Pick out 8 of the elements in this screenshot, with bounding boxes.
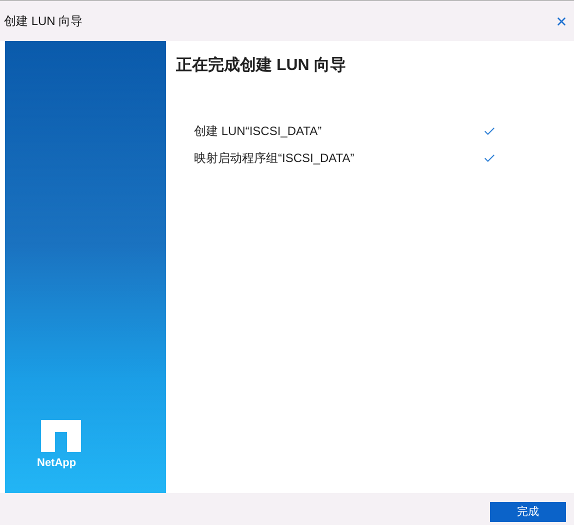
close-icon[interactable] — [555, 14, 568, 28]
task-label: 映射启动程序组“ISCSI_DATA” — [194, 150, 354, 167]
window-title: 创建 LUN 向导 — [4, 13, 83, 30]
logo-text: NetApp — [37, 456, 78, 470]
finish-button[interactable]: 完成 — [490, 502, 566, 522]
logo-icon — [41, 420, 81, 452]
page-heading: 正在完成创建 LUN 向导 — [176, 55, 347, 76]
task-label: 创建 LUN“ISCSI_DATA” — [194, 123, 322, 140]
